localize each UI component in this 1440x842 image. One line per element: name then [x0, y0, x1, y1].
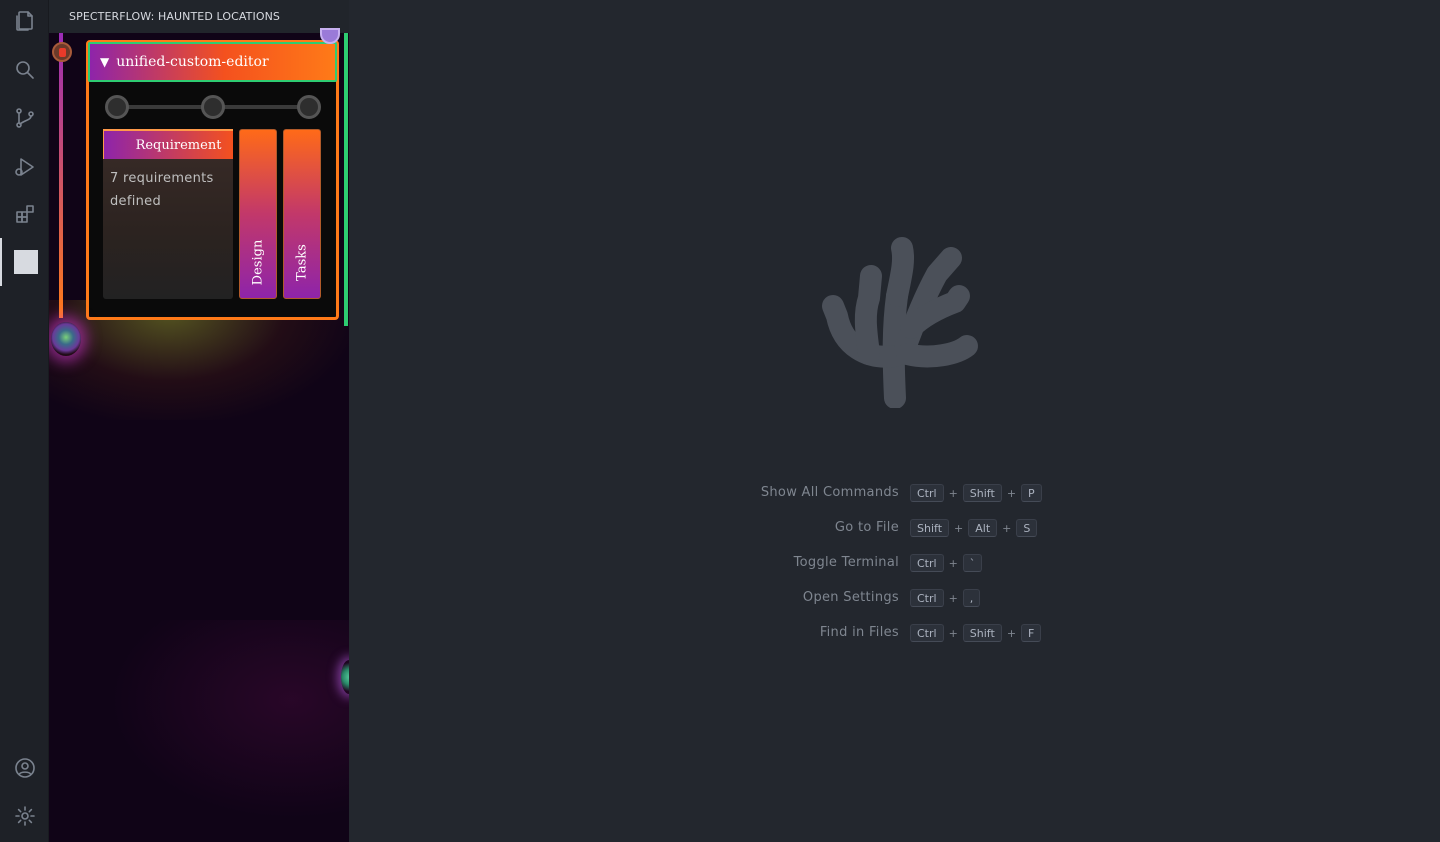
plus-sign: +: [948, 486, 958, 500]
key: `: [962, 554, 983, 572]
run-debug-icon[interactable]: [0, 143, 49, 191]
key: Ctrl: [910, 624, 944, 642]
step-tasks[interactable]: [297, 95, 321, 119]
plus-sign: +: [948, 556, 958, 570]
keybinding: Ctrl + Shift + F: [910, 624, 1042, 642]
step-requirement[interactable]: [105, 95, 129, 119]
shortcut-toggle-terminal[interactable]: Toggle Terminal Ctrl + `: [349, 552, 1440, 574]
shortcut-open-settings[interactable]: Open Settings Ctrl + ,: [349, 587, 1440, 609]
plus-sign: +: [1006, 626, 1017, 640]
step-design[interactable]: [201, 95, 225, 119]
extensions-icon[interactable]: [0, 190, 49, 238]
requirement-card: Requirement 7 requirements defined: [103, 129, 233, 299]
specterflow-square-icon: [13, 250, 38, 274]
plus-sign: +: [1006, 486, 1017, 500]
keybinding: Shift + Alt + S: [910, 519, 1038, 537]
key: Shift: [962, 484, 1002, 502]
status-rail: [344, 33, 348, 326]
sidebar-title: SPECTERFLOW: HAUNTED LOCATIONS: [69, 10, 281, 23]
tab-tasks[interactable]: Tasks: [283, 129, 321, 299]
ambient-glow: [109, 620, 349, 820]
keybinding: Ctrl + Shift + P: [910, 484, 1042, 502]
editor-header[interactable]: ▼ unified-custom-editor: [88, 42, 337, 82]
activity-bar: [0, 0, 49, 842]
shortcut-label: Open Settings: [802, 590, 899, 605]
key: Alt: [968, 519, 998, 537]
shortcut-label: Go to File: [834, 520, 899, 535]
unified-custom-editor-panel: ▼ unified-custom-editor Requirement 7 re…: [86, 40, 339, 320]
shortcut-find-in-files[interactable]: Find in Files Ctrl + Shift + F: [349, 622, 1440, 644]
shortcut-go-to-file[interactable]: Go to File Shift + Alt + S: [349, 517, 1440, 539]
key: Ctrl: [910, 589, 944, 607]
alert-marker-icon[interactable]: [52, 42, 72, 62]
tab-requirement[interactable]: Requirement: [103, 129, 233, 159]
editor-title: unified-custom-editor: [116, 54, 269, 70]
shortcut-label: Toggle Terminal: [793, 555, 899, 570]
search-icon[interactable]: [0, 46, 49, 94]
requirement-summary: 7 requirements defined: [110, 171, 214, 209]
timeline-rail: [59, 33, 63, 318]
tab-design-label: Design: [250, 239, 266, 286]
files-icon[interactable]: [0, 0, 49, 45]
shortcut-show-all-commands[interactable]: Show All Commands Ctrl + Shift + P: [349, 482, 1440, 504]
vscodium-logo-icon: [822, 237, 978, 408]
editor-empty-state: Show All Commands Ctrl + Shift + P Go to…: [349, 0, 1440, 842]
shortcut-label: Show All Commands: [760, 485, 899, 500]
key: Ctrl: [910, 554, 944, 572]
tab-tasks-label: Tasks: [294, 244, 310, 281]
plus-sign: +: [948, 626, 958, 640]
keybinding: Ctrl + ,: [910, 589, 981, 607]
tab-design[interactable]: Design: [239, 129, 277, 299]
account-icon[interactable]: [0, 744, 49, 792]
ghost-icon[interactable]: [51, 322, 81, 356]
key: Shift: [910, 519, 950, 537]
tab-requirement-label: Requirement: [135, 137, 222, 153]
plus-sign: +: [1002, 521, 1012, 535]
specterflow-icon[interactable]: [0, 238, 49, 286]
sidebar: SPECTERFLOW: HAUNTED LOCATIONS ▼ unified…: [49, 0, 349, 842]
source-control-icon[interactable]: [0, 94, 49, 142]
key: Ctrl: [910, 484, 944, 502]
keybinding: Ctrl + `: [910, 554, 983, 572]
key: F: [1021, 624, 1042, 642]
plus-sign: +: [948, 591, 958, 605]
key: ,: [962, 589, 981, 607]
plus-sign: +: [954, 521, 964, 535]
key: P: [1021, 484, 1042, 502]
key: S: [1016, 519, 1038, 537]
shortcut-label: Find in Files: [819, 625, 899, 640]
workflow-stepper: [105, 95, 321, 119]
sidebar-header: SPECTERFLOW: HAUNTED LOCATIONS: [49, 0, 349, 33]
key: Shift: [962, 624, 1002, 642]
settings-gear-icon[interactable]: [0, 792, 49, 840]
collapse-caret-icon[interactable]: ▼: [100, 55, 109, 69]
